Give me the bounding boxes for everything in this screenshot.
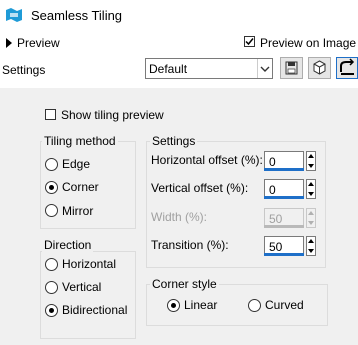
corner-curved-radio[interactable] <box>248 299 261 312</box>
chevron-right-icon <box>6 38 12 48</box>
tiling-edge-radio[interactable] <box>45 158 58 171</box>
vertical-offset-spinner[interactable]: 0 <box>264 179 316 199</box>
tiling-edge-label: Edge <box>62 157 91 171</box>
preset-value: Default <box>149 62 188 76</box>
preset-select[interactable]: Default <box>145 58 273 79</box>
horizontal-offset-value: 0 <box>269 155 276 169</box>
reset-button[interactable] <box>336 57 358 79</box>
settings-label: Settings <box>2 63 46 77</box>
direction-horizontal-label: Horizontal <box>62 257 117 271</box>
title-bar: Seamless Tiling <box>0 0 358 30</box>
transition-value: 50 <box>269 240 283 254</box>
preview-on-image-label: Preview on Image <box>260 36 357 50</box>
direction-bidirectional-label: Bidirectional <box>62 303 128 317</box>
direction-title: Direction <box>42 238 94 252</box>
tiling-method-title: Tiling method <box>42 134 118 148</box>
corner-curved-label: Curved <box>265 298 304 312</box>
corner-style-title: Corner style <box>150 277 219 291</box>
chevron-down-icon <box>257 59 272 78</box>
reset-icon <box>340 58 355 75</box>
tiling-mirror-label: Mirror <box>62 204 94 218</box>
direction-horizontal-radio[interactable] <box>45 258 58 271</box>
width-arrows <box>306 208 316 228</box>
vertical-offset-arrows[interactable] <box>306 179 316 199</box>
width-label: Width (%): <box>151 210 208 224</box>
preview-on-image-checkbox[interactable] <box>244 36 255 47</box>
width-value: 50 <box>269 212 283 226</box>
preview-label[interactable]: Preview <box>17 36 60 50</box>
settings-group-title: Settings <box>150 134 198 148</box>
tiling-corner-label: Corner <box>62 180 99 194</box>
vertical-offset-value: 0 <box>269 183 276 197</box>
save-preset-button[interactable] <box>280 57 303 79</box>
direction-vertical-radio[interactable] <box>45 281 58 294</box>
preview-toggle[interactable] <box>6 37 12 51</box>
seamless-tiling-app-icon <box>6 8 22 22</box>
corner-linear-radio[interactable] <box>167 299 180 312</box>
settings-panel: Show tiling preview Tiling method Edge C… <box>0 88 358 345</box>
horizontal-offset-label: Horizontal offset (%): <box>151 153 263 167</box>
width-spinner: 50 <box>264 208 316 228</box>
direction-bidirectional-radio[interactable] <box>45 304 58 317</box>
transition-arrows[interactable] <box>306 236 316 256</box>
show-tiling-preview-label: Show tiling preview <box>61 108 164 122</box>
randomize-icon <box>313 60 326 75</box>
tiling-mirror-radio[interactable] <box>45 204 58 217</box>
horizontal-offset-spinner[interactable]: 0 <box>264 151 316 171</box>
vertical-offset-label: Vertical offset (%): <box>151 181 249 195</box>
window-title: Seamless Tiling <box>31 8 123 23</box>
direction-vertical-label: Vertical <box>62 280 102 294</box>
randomize-button[interactable] <box>308 57 331 79</box>
horizontal-offset-arrows[interactable] <box>306 151 316 171</box>
transition-spinner[interactable]: 50 <box>264 236 316 256</box>
checkmark-icon <box>245 38 254 46</box>
save-preset-icon <box>285 61 298 75</box>
show-tiling-preview-checkbox[interactable] <box>45 109 56 120</box>
tiling-corner-radio[interactable] <box>45 181 58 194</box>
transition-label: Transition (%): <box>151 238 229 252</box>
corner-linear-label: Linear <box>184 298 218 312</box>
